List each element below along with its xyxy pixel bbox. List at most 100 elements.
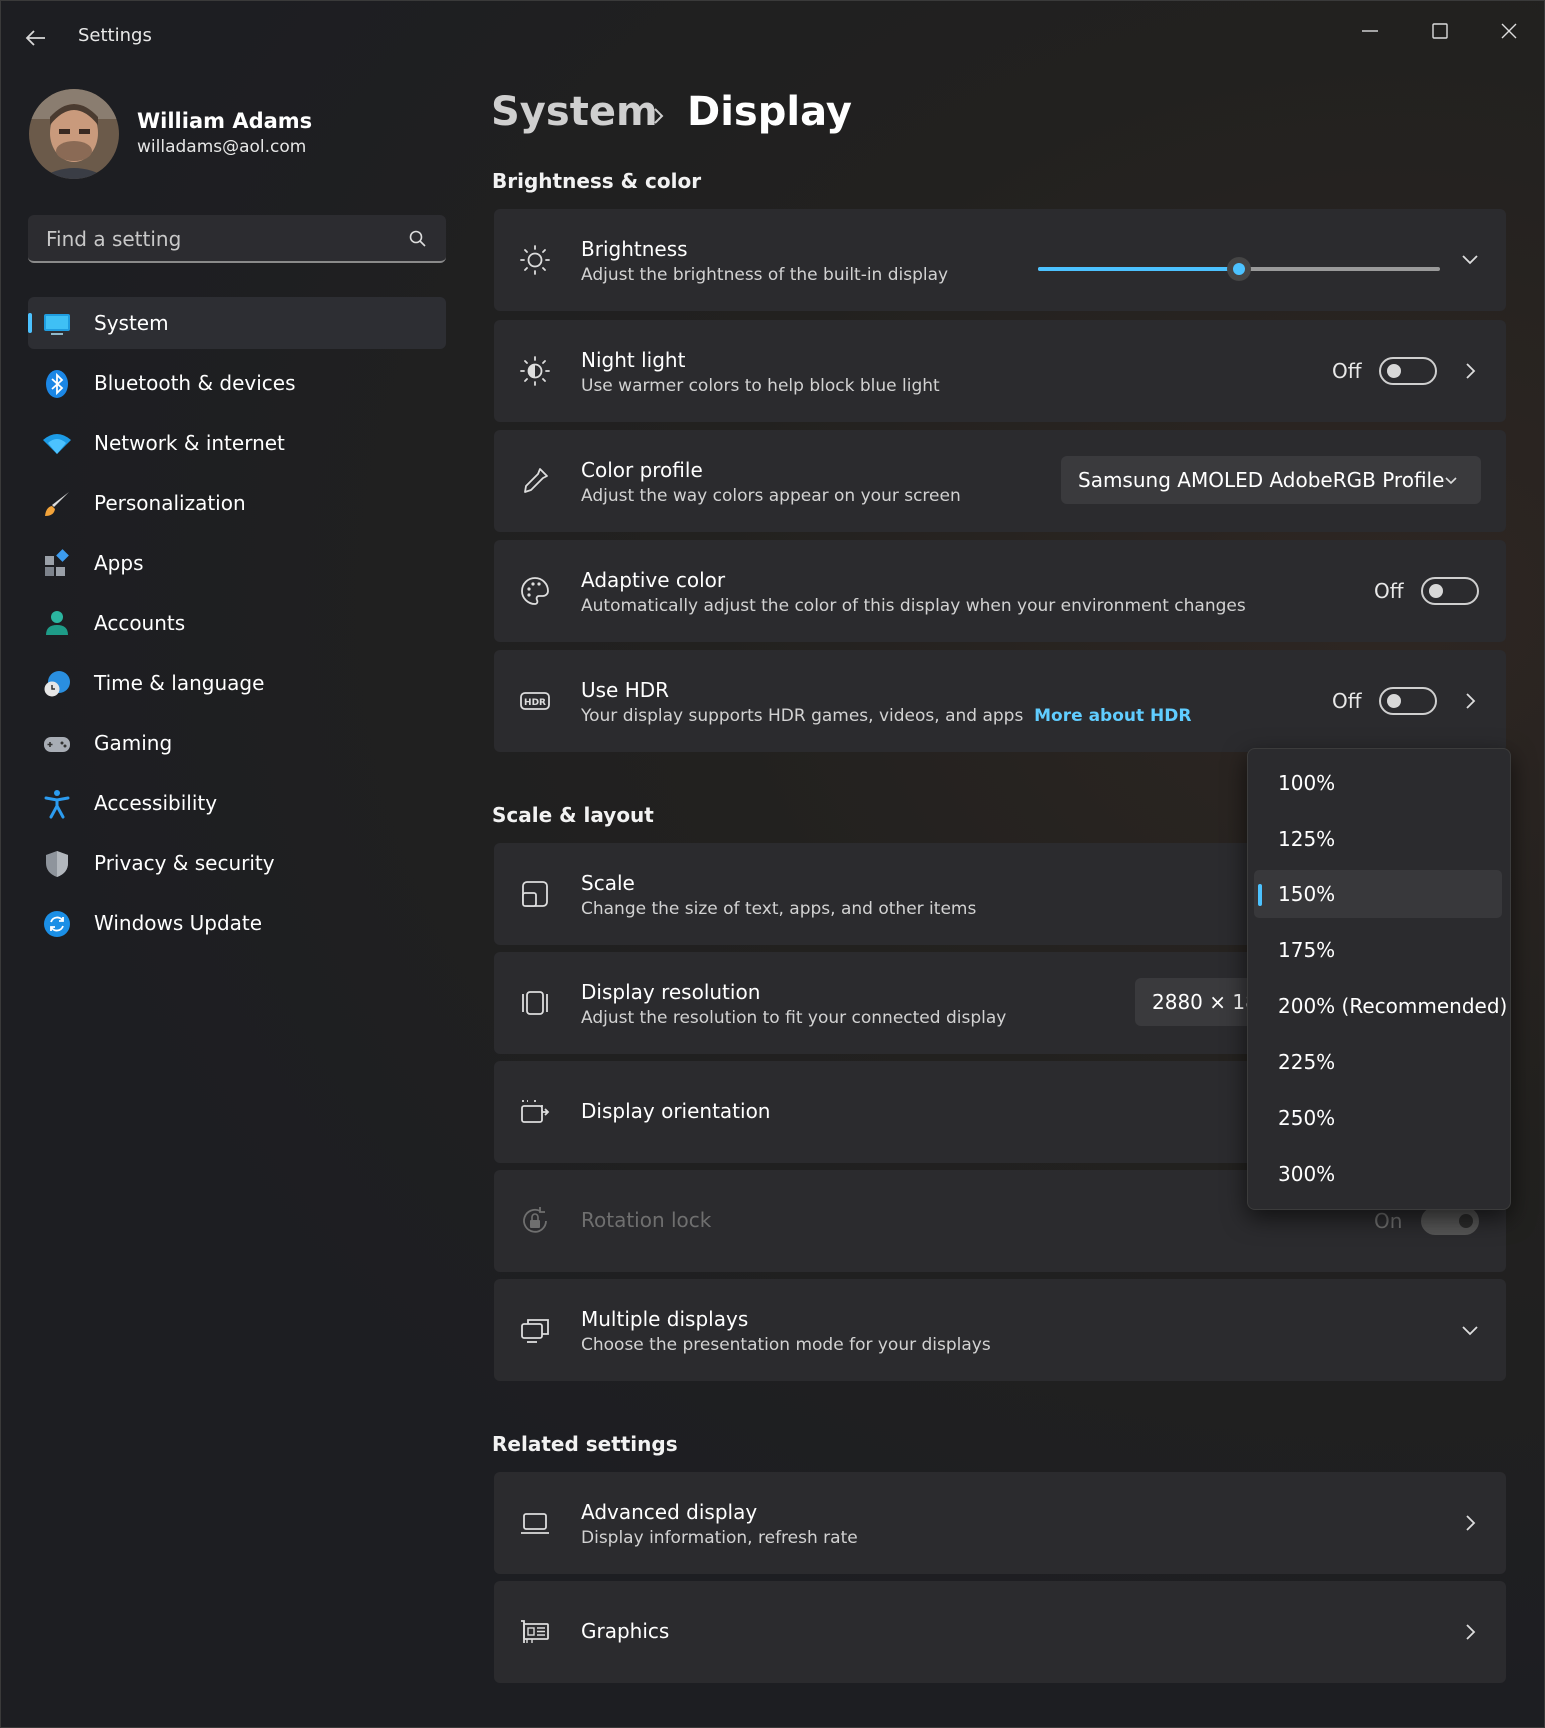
- sidebar-item-label: Network & internet: [94, 431, 285, 455]
- search-box[interactable]: [28, 215, 446, 263]
- eyedropper-icon: [524, 468, 548, 493]
- chevron-right-icon[interactable]: [1460, 361, 1480, 381]
- slider-thumb[interactable]: [1227, 257, 1251, 281]
- more-about-hdr-link[interactable]: More about HDR: [1034, 706, 1191, 726]
- color-profile-card[interactable]: Color profile Adjust the way colors appe…: [494, 430, 1506, 532]
- scale-option[interactable]: 175%: [1254, 926, 1502, 974]
- hdr-subtitle-text: Your display supports HDR games, videos,…: [581, 706, 1024, 726]
- orientation-icon: [521, 1100, 550, 1123]
- scale-option-label: 250%: [1278, 1106, 1336, 1130]
- brush-icon: [45, 492, 69, 516]
- close-button[interactable]: [1486, 13, 1532, 49]
- breadcrumb-parent[interactable]: System: [491, 89, 658, 135]
- toggle-state-label: On: [1374, 1209, 1403, 1233]
- sidebar-item-privacy[interactable]: Privacy & security: [28, 837, 446, 889]
- sidebar-item-label: Accounts: [94, 611, 186, 635]
- chevron-down-icon[interactable]: [1460, 249, 1480, 269]
- scale-option-selected[interactable]: 150%: [1254, 870, 1502, 918]
- advanced-display-card[interactable]: Advanced display Display information, re…: [494, 1472, 1506, 1574]
- toggle-state-label: Off: [1332, 359, 1362, 383]
- adaptive-color-title: Adaptive color: [581, 568, 726, 592]
- sidebar-item-bluetooth[interactable]: Bluetooth & devices: [28, 357, 446, 409]
- sidebar-item-apps[interactable]: Apps: [28, 537, 446, 589]
- sidebar-item-label: Bluetooth & devices: [94, 371, 296, 395]
- sidebar-item-system[interactable]: System: [28, 297, 446, 349]
- bluetooth-icon: [46, 370, 68, 398]
- sidebar-item-label: Apps: [94, 551, 144, 575]
- resolution-icon: [522, 991, 548, 1015]
- sidebar-item-network[interactable]: Network & internet: [28, 417, 446, 469]
- dropdown-value: 2880 × 180: [1152, 990, 1255, 1014]
- chevron-down-icon: [1445, 477, 1457, 485]
- sidebar-item-windows-update[interactable]: Windows Update: [28, 897, 446, 949]
- orientation-title: Display orientation: [581, 1099, 771, 1123]
- search-icon[interactable]: [408, 229, 428, 249]
- resolution-dropdown[interactable]: 2880 × 180: [1135, 978, 1255, 1026]
- sidebar-item-gaming[interactable]: Gaming: [28, 717, 446, 769]
- wifi-icon: [43, 434, 71, 454]
- adaptive-color-toggle[interactable]: [1421, 577, 1479, 605]
- minimize-button[interactable]: [1347, 13, 1393, 49]
- chevron-right-icon: [654, 108, 664, 124]
- scale-dropdown-menu[interactable]: 100% 125% 150% 175% 200% (Recommended) 2…: [1247, 748, 1511, 1210]
- search-input[interactable]: [44, 223, 388, 255]
- chevron-down-icon[interactable]: [1460, 1320, 1480, 1340]
- rotation-lock-toggle[interactable]: [1421, 1207, 1479, 1235]
- avatar[interactable]: [29, 89, 119, 179]
- graphics-card[interactable]: Graphics: [494, 1581, 1506, 1683]
- apps-icon: [45, 549, 69, 576]
- scale-option-label: 100%: [1278, 771, 1336, 795]
- night-light-icon: [520, 356, 550, 386]
- sidebar-item-accessibility[interactable]: Accessibility: [28, 777, 446, 829]
- color-profile-dropdown[interactable]: Samsung AMOLED AdobeRGB Profile: [1061, 456, 1481, 504]
- scale-option[interactable]: 250%: [1254, 1094, 1502, 1142]
- hdr-card[interactable]: HDR Use HDR Your display supports HDR ga…: [494, 650, 1506, 752]
- close-icon: [1501, 23, 1517, 39]
- sidebar-item-label: Personalization: [94, 491, 246, 515]
- active-indicator: [28, 313, 32, 333]
- maximize-button[interactable]: [1417, 13, 1463, 49]
- chevron-right-icon[interactable]: [1460, 1513, 1480, 1533]
- chevron-right-icon[interactable]: [1460, 691, 1480, 711]
- toggle-knob: [1387, 364, 1401, 378]
- scale-option[interactable]: 225%: [1254, 1038, 1502, 1086]
- scale-option[interactable]: 300%: [1254, 1150, 1502, 1198]
- night-light-card[interactable]: Night light Use warmer colors to help bl…: [494, 320, 1506, 422]
- sun-icon: [520, 245, 550, 275]
- scale-option-label: 125%: [1278, 827, 1336, 851]
- toggle-knob: [1387, 694, 1401, 708]
- sidebar-item-label: System: [94, 311, 169, 335]
- user-photo-icon: [29, 89, 119, 179]
- scale-option[interactable]: 100%: [1254, 759, 1502, 807]
- update-icon: [44, 911, 70, 937]
- chevron-right-icon[interactable]: [1460, 1622, 1480, 1642]
- hdr-toggle[interactable]: [1379, 687, 1437, 715]
- multiple-displays-card[interactable]: Multiple displays Choose the presentatio…: [494, 1279, 1506, 1381]
- shield-icon: [46, 851, 68, 877]
- selected-indicator: [1258, 884, 1262, 906]
- sidebar-item-personalization[interactable]: Personalization: [28, 477, 446, 529]
- scale-option[interactable]: 200% (Recommended): [1254, 982, 1507, 1030]
- accessibility-icon: [44, 790, 70, 819]
- hdr-title: Use HDR: [581, 678, 670, 702]
- sidebar-item-time-language[interactable]: Time & language: [28, 657, 446, 709]
- brightness-slider[interactable]: [1038, 257, 1440, 281]
- app-title: Settings: [78, 25, 152, 46]
- sidebar-item-accounts[interactable]: Accounts: [28, 597, 446, 649]
- sidebar-item-label: Windows Update: [94, 911, 263, 935]
- scale-option[interactable]: 125%: [1254, 815, 1502, 863]
- minimize-icon: [1362, 30, 1378, 32]
- night-light-title: Night light: [581, 348, 686, 372]
- sidebar-item-label: Accessibility: [94, 791, 218, 815]
- slider-fill: [1038, 267, 1239, 271]
- scale-option-label: 200% (Recommended): [1278, 994, 1508, 1018]
- adaptive-color-card[interactable]: Adaptive color Automatically adjust the …: [494, 540, 1506, 642]
- sidebar-item-label: Privacy & security: [94, 851, 275, 875]
- back-button[interactable]: [23, 25, 53, 55]
- maximize-icon: [1432, 23, 1448, 39]
- breadcrumb: System Display: [491, 89, 852, 135]
- hdr-subtitle: Your display supports HDR games, videos,…: [581, 706, 1191, 726]
- night-light-toggle[interactable]: [1379, 357, 1437, 385]
- color-profile-subtitle: Adjust the way colors appear on your scr…: [581, 486, 961, 506]
- user-name: William Adams: [137, 109, 313, 133]
